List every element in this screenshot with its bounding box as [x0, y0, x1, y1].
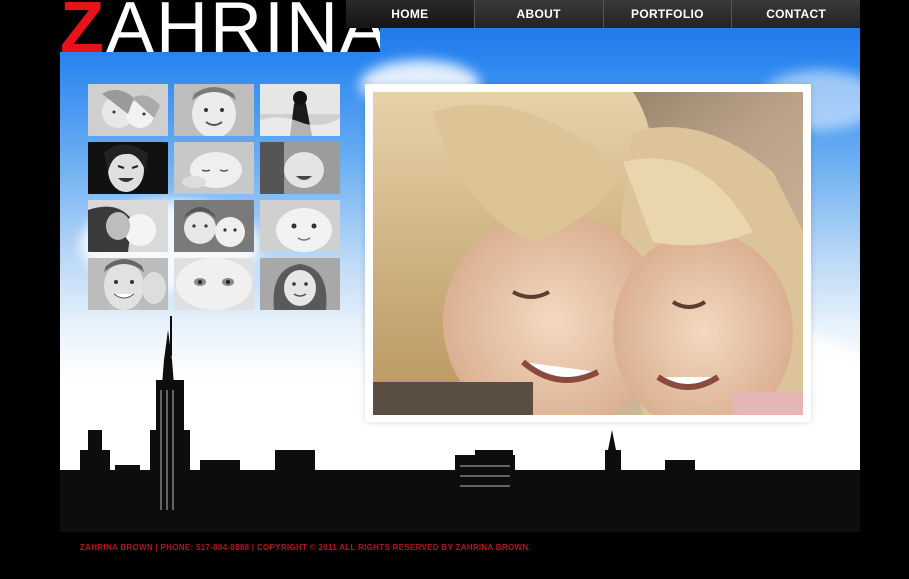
- logo[interactable]: ZAHRINA: [60, 0, 380, 52]
- logo-first-letter: Z: [60, 0, 106, 52]
- site-container: ZAHRINA HOME ABOUT PORTFOLIO CONTACT: [60, 0, 860, 532]
- footer-copyright: ZAHRINA BROWN | PHONE: 517-884-8888 | CO…: [80, 543, 531, 552]
- main-nav: HOME ABOUT PORTFOLIO CONTACT: [346, 0, 860, 28]
- nav-about[interactable]: ABOUT: [473, 0, 603, 28]
- two-boys-thumbnail[interactable]: [174, 200, 254, 252]
- woman-silhouette-thumbnail[interactable]: [260, 84, 340, 136]
- laughing-child-thumbnail[interactable]: [260, 142, 340, 194]
- nav-contact[interactable]: CONTACT: [731, 0, 860, 28]
- father-kiss-thumbnail[interactable]: [88, 200, 168, 252]
- smiling-boy-thumbnail[interactable]: [174, 84, 254, 136]
- nav-home[interactable]: HOME: [346, 0, 474, 28]
- thumbnail-gallery: [88, 84, 340, 310]
- city-skyline: [60, 316, 860, 532]
- nav-portfolio[interactable]: PORTFOLIO: [602, 0, 732, 28]
- two-girls-thumbnail[interactable]: [88, 84, 168, 136]
- laughing-woman-thumbnail[interactable]: [88, 142, 168, 194]
- sleeping-baby-thumbnail[interactable]: [174, 142, 254, 194]
- logo-rest: AHRINA: [105, 0, 380, 52]
- baby-face-thumbnail[interactable]: [260, 200, 340, 252]
